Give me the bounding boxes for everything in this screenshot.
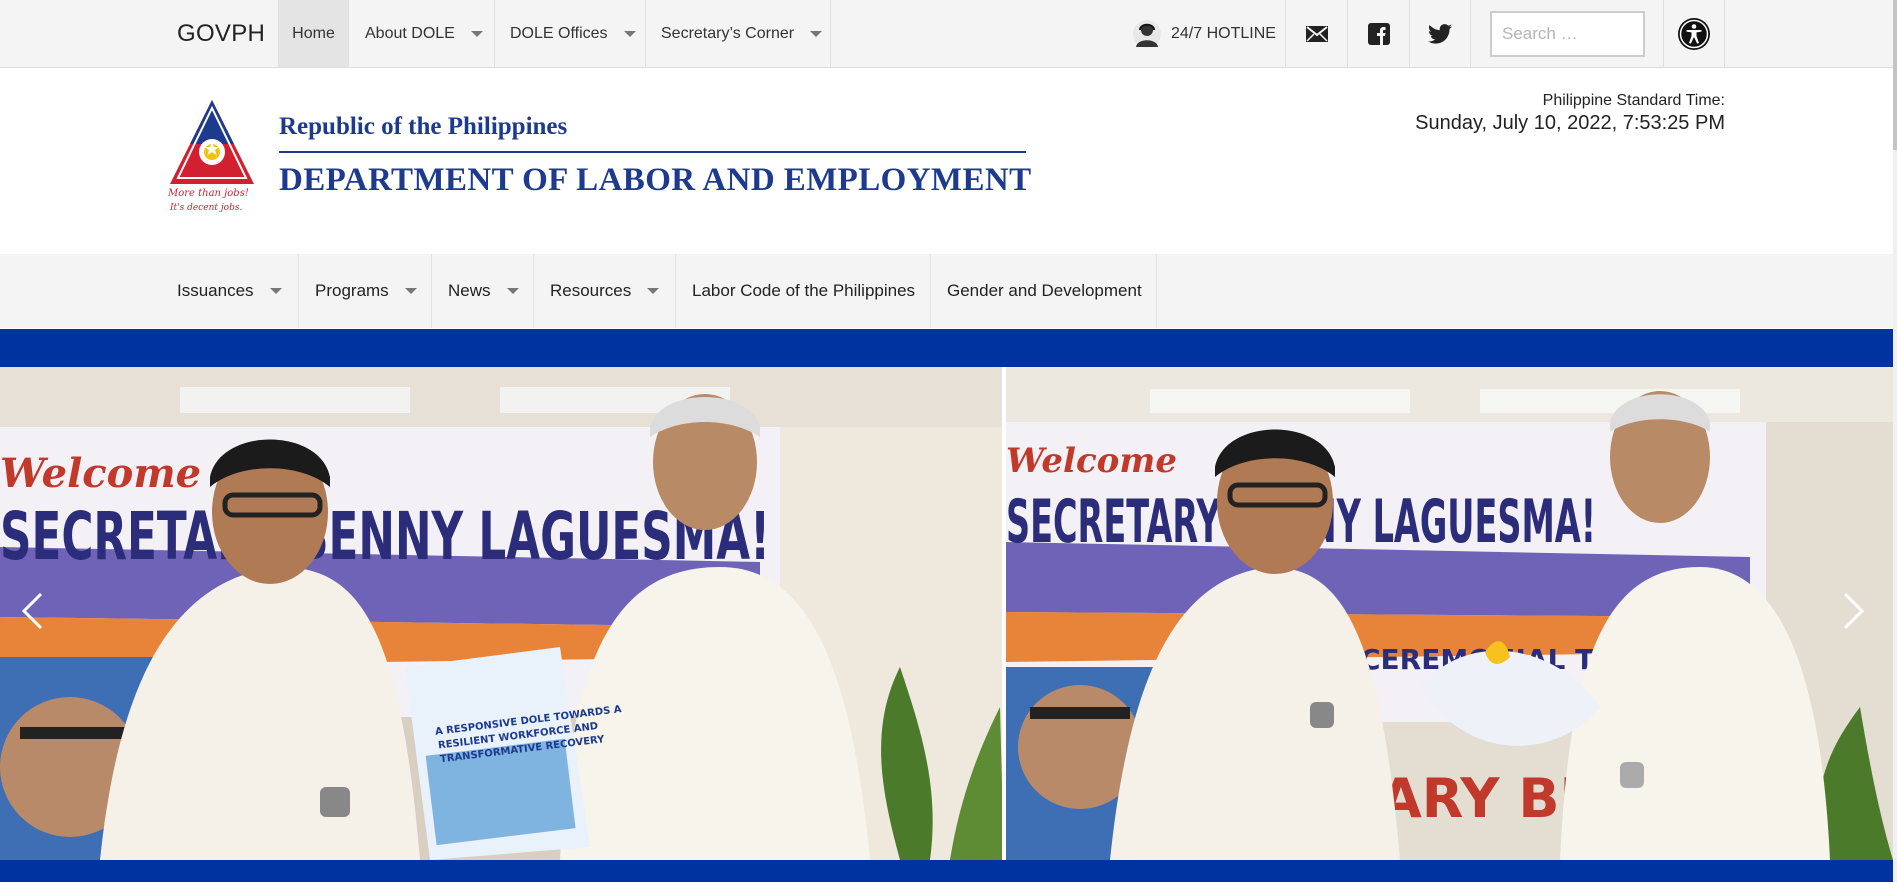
search-container	[1490, 0, 1645, 67]
twitter-link[interactable]	[1409, 0, 1471, 67]
caret-down-icon	[470, 30, 483, 37]
gov-topbar: GOVPH Home About DOLE DOLE Offices Secre…	[0, 0, 1893, 68]
slider-next-button[interactable]	[1834, 581, 1874, 641]
menu-labor-code[interactable]: Labor Code of the Philippines	[676, 254, 931, 328]
slide-photo: Welcome SECRETARY BENNY LAGUESMA! A RESP…	[0, 367, 1893, 860]
main-menu: Issuances Programs News Resources Labor …	[0, 254, 1893, 328]
chevron-left-icon	[21, 592, 43, 630]
caret-down-icon	[647, 288, 660, 294]
twitter-icon	[1428, 23, 1452, 44]
nav-secretarys-corner[interactable]: Secretary’s Corner	[646, 0, 831, 67]
caret-down-icon	[623, 30, 636, 37]
caret-down-icon	[506, 288, 519, 294]
facebook-link[interactable]	[1347, 0, 1409, 67]
menu-gender-development[interactable]: Gender and Development	[931, 254, 1157, 328]
dole-logo[interactable]: More than jobs! It's decent jobs.	[166, 96, 266, 216]
caret-down-icon	[404, 288, 417, 294]
mail-icon	[1305, 25, 1328, 42]
menu-programs[interactable]: Programs	[299, 254, 432, 328]
title-divider	[279, 151, 1026, 153]
page-scrollbar[interactable]	[1893, 0, 1897, 882]
caret-down-icon	[810, 30, 823, 37]
menu-issuances[interactable]: Issuances	[161, 254, 299, 328]
hotline-label: 24/7 HOTLINE	[1171, 24, 1276, 42]
nav-secretarys-corner-label: Secretary’s Corner	[661, 24, 795, 42]
facebook-icon	[1367, 22, 1390, 45]
nav-home-label: Home	[292, 24, 335, 42]
hotline-link[interactable]: 24/7 HOTLINE	[1133, 0, 1286, 67]
govph-link[interactable]: GOVPH	[177, 0, 265, 67]
logo-slogan-line-1: More than jobs!	[167, 188, 249, 199]
menu-programs-label: Programs	[315, 281, 389, 300]
hero-slider[interactable]: Welcome SECRETARY BENNY LAGUESMA! A RESP…	[0, 367, 1893, 860]
menu-news-label: News	[448, 281, 491, 300]
pst-label: Philippine Standard Time:	[1542, 92, 1725, 109]
accessibility-icon	[1678, 17, 1710, 50]
svg-text:Welcome: Welcome	[1006, 441, 1177, 481]
svg-text:SECRETARY BENNY LAGUESMA!: SECRETARY BENNY LAGUESMA!	[0, 498, 770, 575]
menu-resources-label: Resources	[550, 281, 632, 300]
nav-about-dole-label: About DOLE	[365, 24, 455, 42]
agency-title[interactable]: DEPARTMENT OF LABOR AND EMPLOYMENT	[279, 162, 1032, 199]
svg-text:Welcome: Welcome	[0, 450, 201, 497]
menu-gender-development-label: Gender and Development	[947, 281, 1142, 300]
hotline-person-icon	[1133, 19, 1161, 48]
slider-bottom-band	[0, 860, 1893, 882]
slider-top-band	[0, 329, 1893, 367]
scrollbar-thumb[interactable]	[1893, 0, 1897, 150]
search-input[interactable]	[1490, 10, 1645, 57]
logo-slogan-line-2: It's decent jobs.	[169, 203, 242, 213]
chevron-right-icon	[1843, 592, 1865, 630]
menu-labor-code-label: Labor Code of the Philippines	[692, 281, 916, 300]
caret-down-icon	[269, 288, 282, 294]
nav-home[interactable]: Home	[278, 0, 349, 67]
accessibility-button[interactable]	[1663, 0, 1725, 67]
nav-dole-offices-label: DOLE Offices	[510, 24, 608, 42]
mail-link[interactable]	[1285, 0, 1347, 67]
nav-about-dole[interactable]: About DOLE	[349, 0, 495, 67]
site-header: More than jobs! It's decent jobs. Republ…	[0, 68, 1893, 254]
menu-resources[interactable]: Resources	[534, 254, 676, 328]
pst-clock: Sunday, July 10, 2022, 7:53:25 PM	[1415, 112, 1725, 134]
menu-issuances-label: Issuances	[177, 281, 254, 300]
agency-supertitle: Republic of the Philippines	[279, 113, 568, 140]
nav-dole-offices[interactable]: DOLE Offices	[495, 0, 646, 67]
slider-prev-button[interactable]	[12, 581, 52, 641]
menu-news[interactable]: News	[432, 254, 534, 328]
